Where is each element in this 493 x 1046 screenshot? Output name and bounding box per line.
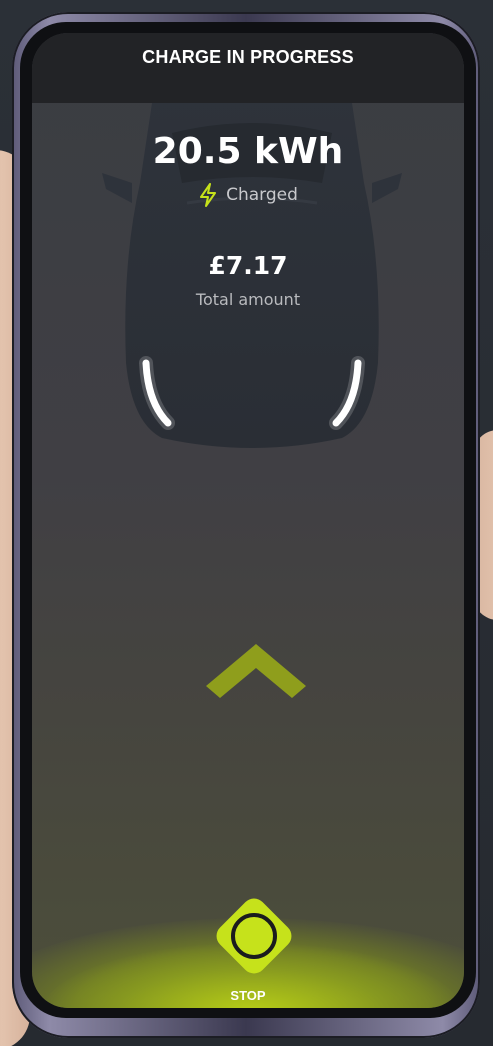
total-amount-label: Total amount bbox=[195, 290, 301, 309]
header-bar: CHARGE IN PROGRESS bbox=[32, 33, 464, 103]
stop-button[interactable] bbox=[206, 888, 302, 984]
scene: CHARGE IN PROGRESS 20.5 kWh Charged £7.1… bbox=[0, 0, 493, 1046]
app-screen: CHARGE IN PROGRESS 20.5 kWh Charged £7.1… bbox=[32, 33, 464, 1008]
energy-value: 20.5 kWh bbox=[152, 131, 344, 172]
stop-label: STOP bbox=[230, 988, 266, 1003]
lightning-bolt-icon bbox=[200, 183, 217, 207]
charged-status: Charged bbox=[32, 183, 464, 207]
page-title: CHARGE IN PROGRESS bbox=[142, 47, 354, 67]
chevron-up-icon[interactable] bbox=[206, 640, 306, 700]
total-amount-value: £7.17 bbox=[208, 251, 288, 280]
charged-label: Charged bbox=[226, 185, 298, 205]
